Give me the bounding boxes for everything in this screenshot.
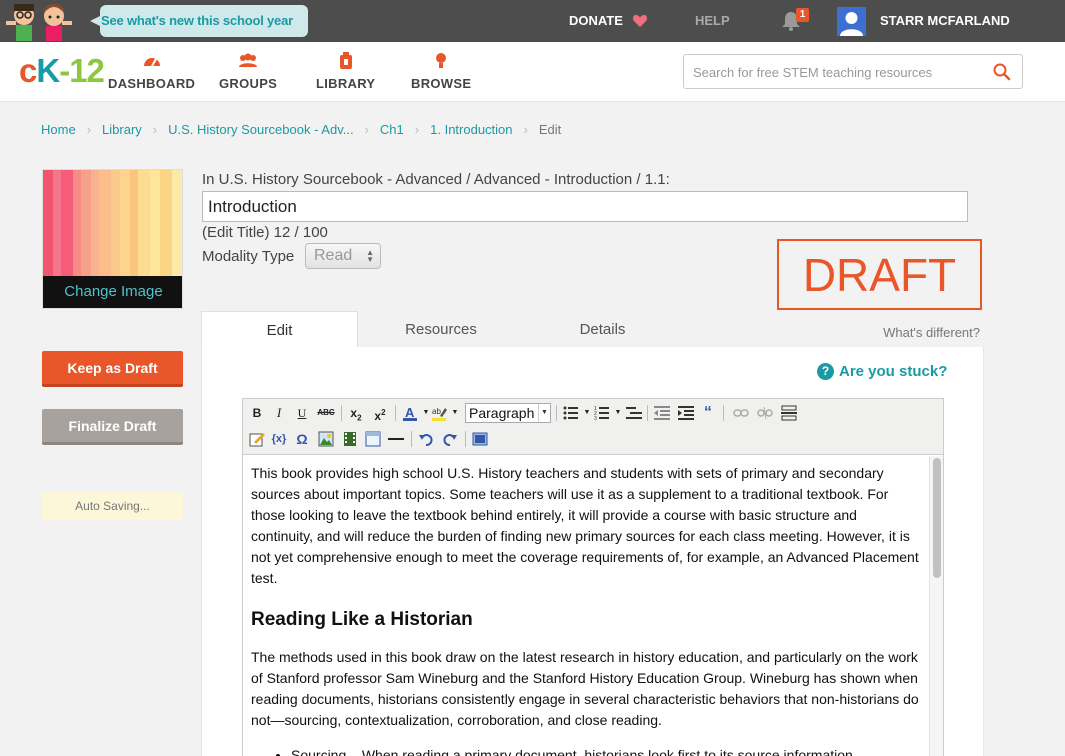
- chevron-down-icon[interactable]: ▼: [446, 404, 464, 422]
- paragraph: This book provides high school U.S. Hist…: [251, 465, 919, 586]
- notification-badge: 1: [796, 8, 809, 22]
- breadcrumb: Home › Library › U.S. History Sourcebook - A…: [41, 122, 561, 137]
- edit-source-icon[interactable]: [248, 430, 266, 448]
- search-icon[interactable]: [993, 63, 1011, 81]
- superscript-button[interactable]: x2: [371, 404, 389, 423]
- heart-icon: [632, 15, 648, 27]
- insert-image-icon[interactable]: [317, 430, 335, 448]
- strikethrough-button[interactable]: ABC: [317, 404, 335, 422]
- tab-details[interactable]: Details: [531, 311, 674, 348]
- scrollbar-thumb[interactable]: [933, 458, 941, 578]
- nav-browse[interactable]: BROWSE: [411, 52, 471, 91]
- breadcrumb-section[interactable]: 1. Introduction: [430, 122, 512, 137]
- bullet-list: Sourcing – When reading a primary docume…: [291, 745, 921, 756]
- chevron-down-icon: ▼: [538, 404, 550, 422]
- svg-text:ab: ab: [432, 407, 441, 416]
- italic-button[interactable]: I: [270, 404, 288, 422]
- question-icon: ?: [817, 363, 834, 380]
- indent-icon[interactable]: [677, 404, 695, 422]
- library-icon: [339, 52, 352, 69]
- underline-button[interactable]: U: [293, 404, 311, 422]
- fullscreen-icon[interactable]: [471, 430, 489, 448]
- list-item: Sourcing – When reading a primary docume…: [291, 745, 921, 756]
- nav-groups[interactable]: GROUPS: [219, 52, 277, 91]
- breadcrumb-chapter[interactable]: Ch1: [380, 122, 404, 137]
- avatar[interactable]: [837, 7, 866, 36]
- insert-video-icon[interactable]: [341, 430, 359, 448]
- edit-panel: ? Are you stuck? B I U ABC x2 x2 A ▼ ab ▼…: [201, 347, 984, 756]
- help-link[interactable]: HELP: [695, 13, 730, 28]
- link-icon[interactable]: [732, 404, 750, 422]
- svg-text:A: A: [405, 405, 415, 420]
- user-name[interactable]: STARR MCFARLAND: [880, 13, 1010, 28]
- format-select[interactable]: Paragraph ▼: [465, 403, 551, 423]
- breadcrumb-library[interactable]: Library: [102, 122, 142, 137]
- tab-bar: Edit Resources Details What's different?: [201, 311, 984, 348]
- auto-saving-status: Auto Saving...: [42, 492, 183, 520]
- horizontal-rule-icon[interactable]: [387, 430, 405, 448]
- main-nav: cK-12 DASHBOARD GROUPS LIBRARY BROWSE: [0, 42, 1065, 102]
- dashboard-icon: [143, 58, 160, 67]
- breadcrumb-current: Edit: [538, 122, 562, 137]
- title-char-count: (Edit Title) 12 / 100: [202, 224, 328, 241]
- page-break-icon[interactable]: [780, 404, 798, 422]
- groups-icon: [239, 53, 258, 67]
- breadcrumb-book[interactable]: U.S. History Sourcebook - Adv...: [168, 122, 353, 137]
- browse-icon: [436, 53, 447, 68]
- tab-edit[interactable]: Edit: [201, 311, 358, 348]
- paragraph: The methods used in this book draw on th…: [251, 649, 919, 728]
- editor-content[interactable]: This book provides high school U.S. Hist…: [243, 456, 929, 756]
- nav-library[interactable]: LIBRARY: [316, 52, 375, 91]
- cover-stripes-image: [43, 170, 182, 276]
- blockquote-icon[interactable]: “: [699, 404, 717, 422]
- change-image-button[interactable]: Change Image: [43, 276, 182, 308]
- editor-scrollbar[interactable]: [929, 456, 943, 756]
- select-arrows-icon: ▲ ▼: [366, 248, 374, 264]
- modality-select[interactable]: Read ▲ ▼: [305, 243, 381, 269]
- section-heading: Reading Like a Historian: [251, 609, 473, 630]
- rich-text-editor: B I U ABC x2 x2 A ▼ ab ▼ Paragraph ▼ ▼ 1…: [242, 398, 944, 756]
- ck12-logo[interactable]: cK-12: [19, 53, 105, 89]
- subscript-button[interactable]: x2: [347, 404, 365, 422]
- draft-stamp: DRAFT: [777, 239, 982, 310]
- nav-dashboard[interactable]: DASHBOARD: [108, 52, 195, 91]
- keep-as-draft-button[interactable]: Keep as Draft: [42, 351, 183, 387]
- finalize-draft-button[interactable]: Finalize Draft: [42, 409, 183, 445]
- kids-mascot-icon[interactable]: [4, 1, 76, 41]
- title-input[interactable]: [202, 191, 968, 222]
- chevron-right-icon: ›: [152, 122, 158, 137]
- location-path: In U.S. History Sourcebook - Advanced / …: [202, 171, 670, 188]
- top-bar: See what's new this school year DONATE H…: [0, 0, 1065, 42]
- chevron-right-icon: ›: [414, 122, 420, 137]
- donate-link[interactable]: DONATE: [569, 13, 623, 28]
- modality-label: Modality Type: [202, 248, 295, 265]
- undo-icon[interactable]: [417, 430, 435, 448]
- outdent-icon[interactable]: [653, 404, 671, 422]
- insert-table-icon[interactable]: [364, 430, 382, 448]
- editor-toolbar: B I U ABC x2 x2 A ▼ ab ▼ Paragraph ▼ ▼ 1…: [243, 399, 943, 455]
- math-icon[interactable]: {x}: [270, 430, 288, 448]
- unlink-icon[interactable]: [756, 404, 774, 422]
- breadcrumb-home[interactable]: Home: [41, 122, 76, 137]
- chevron-right-icon: ›: [523, 122, 528, 137]
- search-box: [683, 54, 1023, 89]
- tab-resources[interactable]: Resources: [366, 311, 516, 348]
- search-input[interactable]: [693, 62, 983, 82]
- definition-list-icon[interactable]: [625, 404, 643, 422]
- bold-button[interactable]: B: [248, 404, 266, 422]
- are-you-stuck-link[interactable]: ? Are you stuck?: [817, 363, 947, 380]
- redo-icon[interactable]: [441, 430, 459, 448]
- whats-new-banner[interactable]: See what's new this school year: [90, 5, 308, 37]
- chevron-right-icon: ›: [364, 122, 369, 137]
- chevron-right-icon: ›: [86, 122, 92, 137]
- svg-text:3: 3: [594, 416, 597, 421]
- cover-image: Change Image: [42, 169, 183, 309]
- whats-different-link[interactable]: What's different?: [883, 325, 980, 340]
- special-character-icon[interactable]: Ω: [293, 430, 311, 448]
